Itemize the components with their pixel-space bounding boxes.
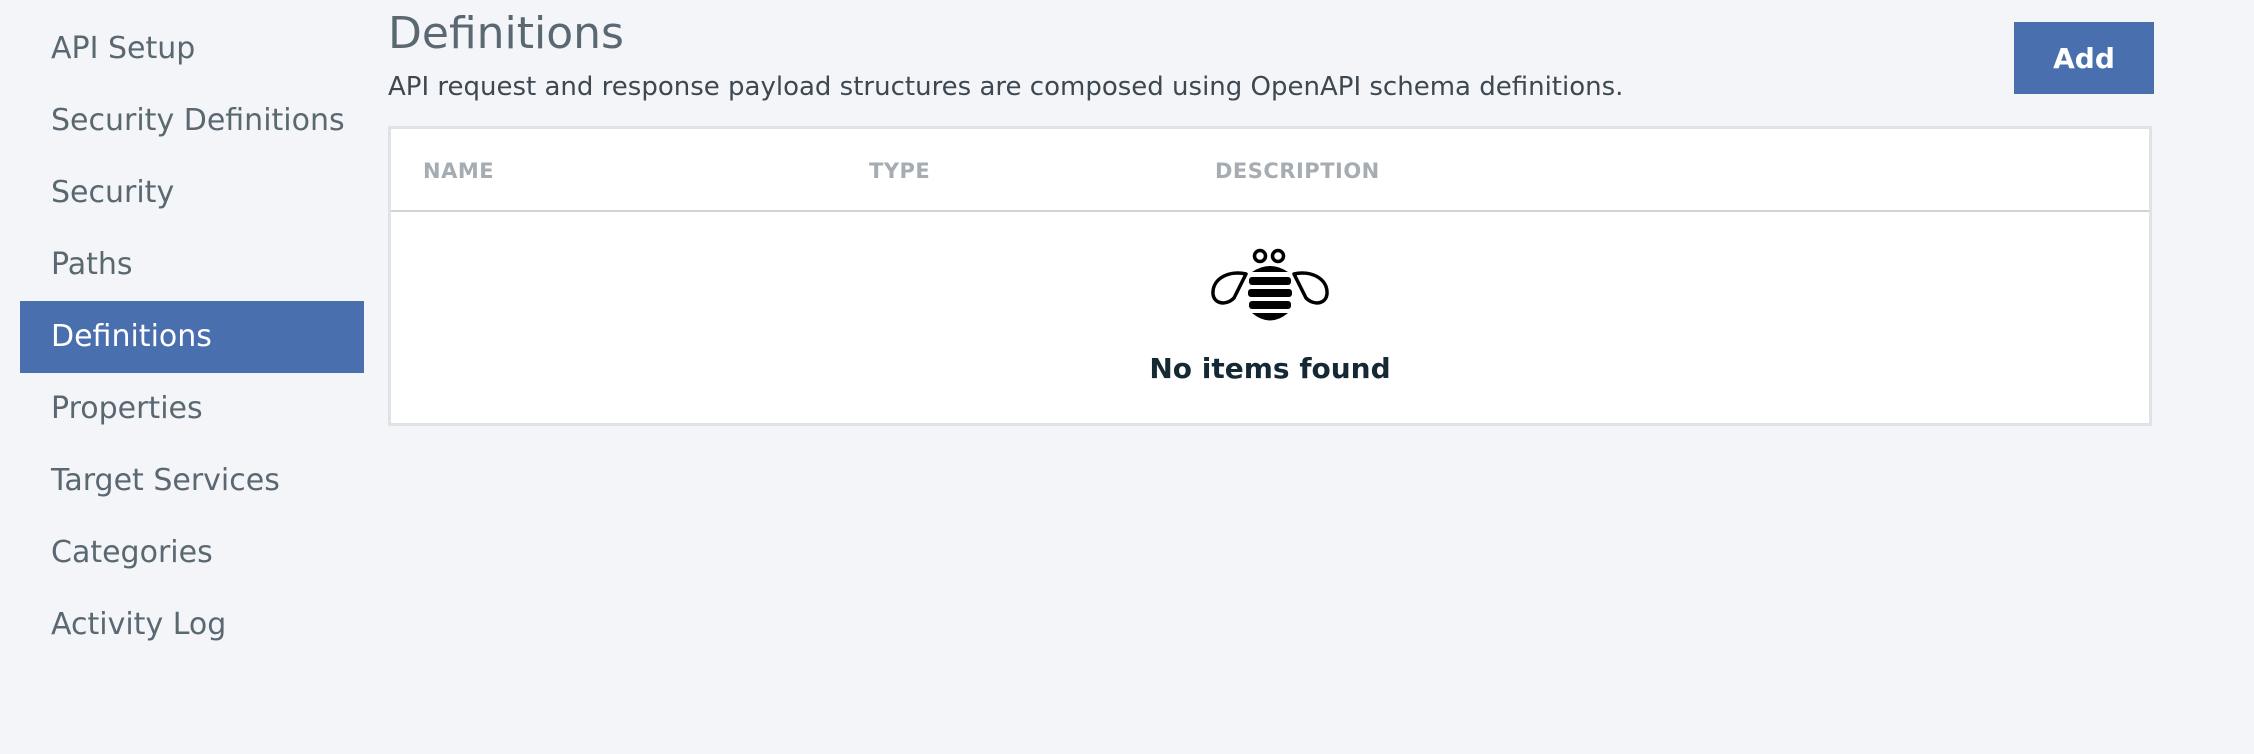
column-header-description[interactable]: DESCRIPTION <box>1215 159 1380 183</box>
sidebar-nav: API Setup Security Definitions Security … <box>20 13 364 661</box>
sidebar-item-api-setup[interactable]: API Setup <box>20 13 364 85</box>
bee-icon <box>1211 248 1329 321</box>
sidebar-item-properties[interactable]: Properties <box>20 373 364 445</box>
sidebar-item-security-definitions[interactable]: Security Definitions <box>20 85 364 157</box>
add-button[interactable]: Add <box>2014 22 2154 94</box>
sidebar-item-activity-log[interactable]: Activity Log <box>20 589 364 661</box>
page-description: API request and response payload structu… <box>388 72 1624 102</box>
sidebar-item-target-services[interactable]: Target Services <box>20 445 364 517</box>
column-header-type[interactable]: TYPE <box>869 159 930 183</box>
sidebar-item-categories[interactable]: Categories <box>20 517 364 589</box>
table-header: NAME TYPE DESCRIPTION <box>391 129 2149 212</box>
column-header-name[interactable]: NAME <box>423 159 494 183</box>
empty-state-message: No items found <box>1149 352 1391 385</box>
page-title: Definitions <box>388 8 624 59</box>
sidebar-item-definitions[interactable]: Definitions <box>20 301 364 373</box>
sidebar-item-security[interactable]: Security <box>20 157 364 229</box>
sidebar-item-paths[interactable]: Paths <box>20 229 364 301</box>
definitions-table: NAME TYPE DESCRIPTION No items found <box>388 126 2152 426</box>
empty-state: No items found <box>391 210 2149 423</box>
